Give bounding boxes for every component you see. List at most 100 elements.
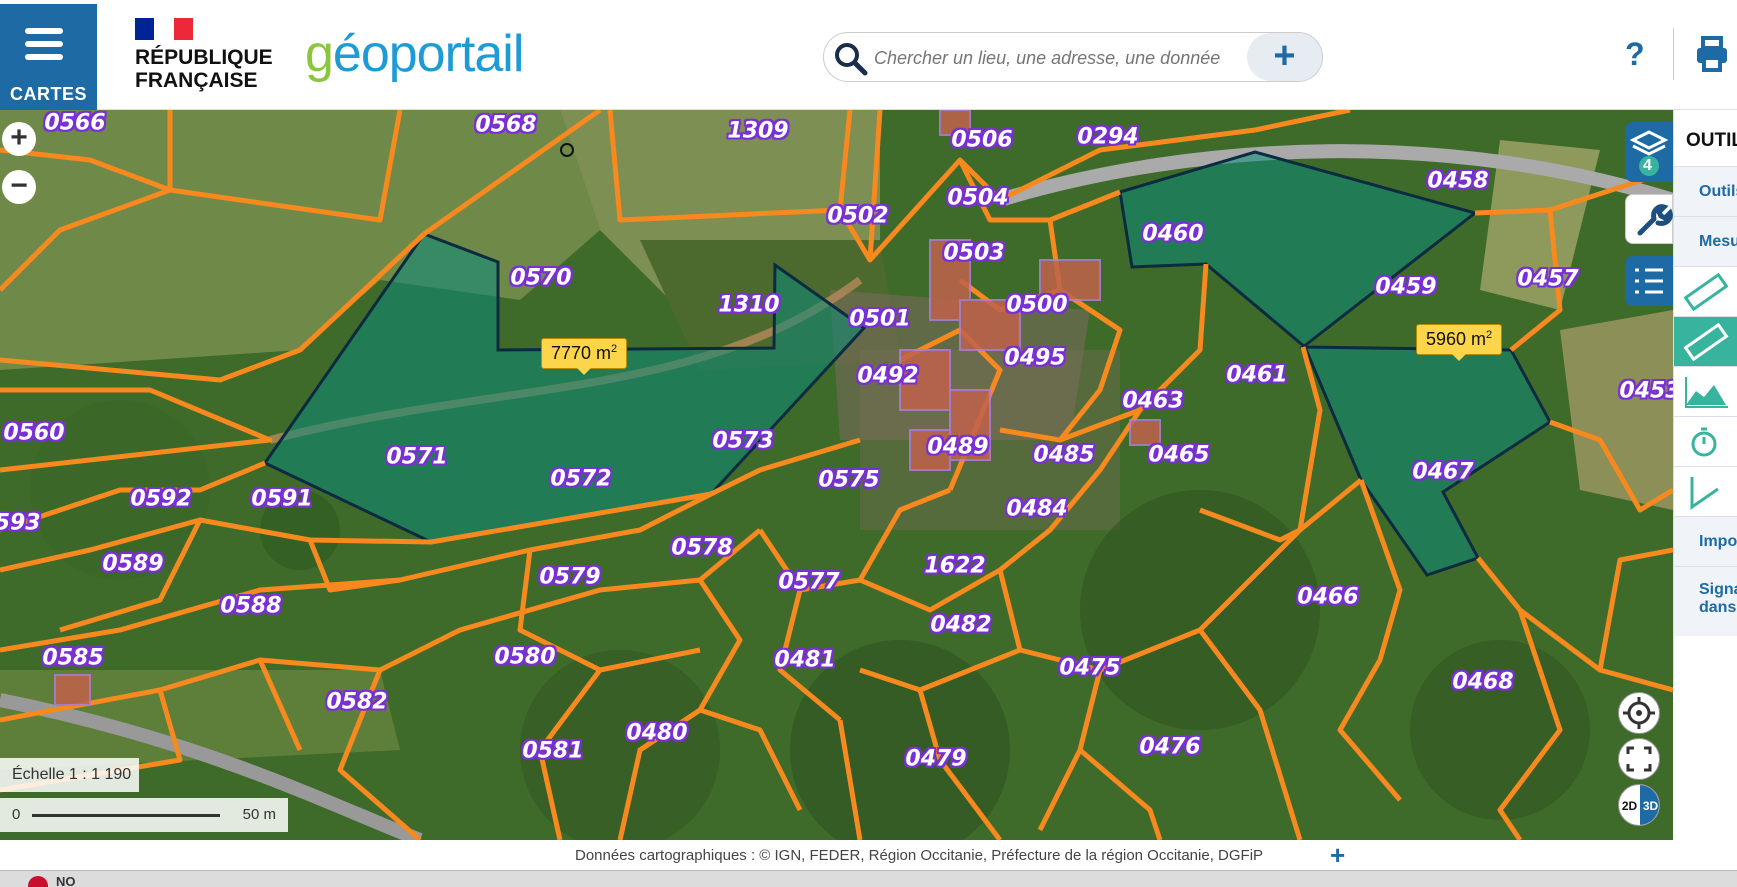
attribution-more-button[interactable]: + xyxy=(1330,840,1345,871)
geolocate-button[interactable] xyxy=(1618,692,1660,734)
parcel-label[interactable]: 0580 xyxy=(494,645,555,670)
parcel-label[interactable]: 0466 xyxy=(1297,585,1358,610)
header: CARTES RÉPUBLIQUE FRANÇAISE géoportail +… xyxy=(0,0,1737,110)
parcel-label[interactable]: 0467 xyxy=(1412,460,1473,485)
parcel-label[interactable]: 0453 xyxy=(1619,379,1673,404)
fullscreen-button[interactable] xyxy=(1618,738,1660,780)
parcel-label[interactable]: 0588 xyxy=(220,594,281,619)
map-view[interactable]: 0566 0568 1309 0506 0294 0458 0504 0502 … xyxy=(0,110,1673,840)
tools-button[interactable] xyxy=(1625,194,1673,244)
parcel-label[interactable]: 0492 xyxy=(857,364,918,389)
print-icon[interactable] xyxy=(1695,36,1729,72)
parcel-label[interactable]: 0465 xyxy=(1148,443,1209,468)
parcel-label[interactable]: 0294 xyxy=(1077,125,1138,150)
parcel-label[interactable]: 0489 xyxy=(927,435,988,460)
attribution-text: Données cartographiques : © IGN, FEDER, … xyxy=(575,847,1264,864)
parcel-label[interactable]: 0592 xyxy=(130,487,191,512)
profile-icon xyxy=(1685,377,1728,408)
locate-icon xyxy=(1623,697,1655,729)
measure-distance-tool[interactable] xyxy=(1674,266,1737,316)
parcel-label[interactable]: 0570 xyxy=(510,266,571,291)
parcel-label[interactable]: 0560 xyxy=(3,421,64,446)
parcel-label[interactable]: 0571 xyxy=(386,445,447,470)
parcel-label[interactable]: 0475 xyxy=(1059,656,1120,681)
parcel-label[interactable]: 1310 xyxy=(718,293,779,318)
parcel-label[interactable]: 0461 xyxy=(1226,363,1287,388)
azimuth-tool[interactable] xyxy=(1674,466,1737,516)
parcel-label[interactable]: 0502 xyxy=(827,204,888,229)
parcel-label[interactable]: 0593 xyxy=(0,511,41,536)
parcel-label[interactable]: 0457 xyxy=(1517,267,1578,292)
parcel-label[interactable]: 0480 xyxy=(626,721,687,746)
tools-section-signal[interactable]: Signaler dans xyxy=(1674,566,1737,636)
search-bar: + xyxy=(823,32,1323,82)
parcel-label[interactable]: 0476 xyxy=(1139,735,1200,760)
parcel-label[interactable]: 0500 xyxy=(1006,293,1067,318)
parcel-label[interactable]: 0506 xyxy=(951,128,1012,153)
parcel-label[interactable]: 0463 xyxy=(1122,389,1183,414)
parcel-label[interactable]: 0585 xyxy=(42,646,103,671)
parcel-label[interactable]: 0459 xyxy=(1375,275,1436,300)
scale-line xyxy=(32,814,220,817)
parcel-label[interactable]: 0581 xyxy=(522,739,583,764)
parcel-label[interactable]: 0568 xyxy=(475,113,536,138)
azimuth-icon xyxy=(1690,477,1719,510)
cartes-menu-button[interactable]: CARTES xyxy=(0,4,97,110)
geoportail-app: CARTES RÉPUBLIQUE FRANÇAISE géoportail +… xyxy=(0,0,1737,887)
parcel-label[interactable]: 0503 xyxy=(943,241,1004,266)
header-divider xyxy=(1673,28,1674,80)
parcel-label[interactable]: 0468 xyxy=(1452,670,1513,695)
tools-section-outils[interactable]: Outils xyxy=(1674,166,1737,216)
search-add-button[interactable]: + xyxy=(1247,33,1322,81)
parcel-label[interactable]: 0504 xyxy=(947,186,1008,211)
parcel-label[interactable]: 1622 xyxy=(924,554,985,579)
view-3d-label[interactable]: 3D xyxy=(1640,785,1659,825)
scale-label: Échelle 1 : 1 190 xyxy=(0,758,139,792)
parcel-label[interactable]: 0589 xyxy=(102,552,163,577)
parcel-label[interactable]: 0484 xyxy=(1006,497,1067,522)
legend-button[interactable] xyxy=(1625,256,1673,306)
parcel-label[interactable]: 0575 xyxy=(818,468,879,493)
scale-max: 50 m xyxy=(242,806,276,823)
view-2d-3d-toggle[interactable]: 2D 3D xyxy=(1618,784,1660,826)
tools-section-mesures[interactable]: Mesures xyxy=(1674,216,1737,266)
search-input[interactable] xyxy=(874,43,1234,73)
parcel-label[interactable]: 0591 xyxy=(251,487,312,512)
republique-line1: RÉPUBLIQUE xyxy=(135,46,273,69)
layers-count-badge: 4 xyxy=(1643,157,1652,174)
parcel-label[interactable]: 0481 xyxy=(774,648,835,673)
parcel-label[interactable]: 1309 xyxy=(727,119,788,144)
isochrone-tool[interactable] xyxy=(1674,416,1737,466)
zoom-in-button[interactable]: + xyxy=(2,122,36,156)
zoom-out-button[interactable]: − xyxy=(2,170,36,204)
parcel-label[interactable]: 0578 xyxy=(671,536,732,561)
parcel-label[interactable]: 0495 xyxy=(1004,346,1065,371)
parcel-label[interactable]: 0460 xyxy=(1142,222,1203,247)
search-icon[interactable] xyxy=(834,42,868,76)
notification-badge[interactable] xyxy=(28,876,48,887)
parcel-label[interactable]: 0479 xyxy=(905,747,966,772)
tools-section-import[interactable]: Import xyxy=(1674,516,1737,566)
parcel-label[interactable]: 0458 xyxy=(1427,169,1488,194)
parcel-label[interactable]: 0501 xyxy=(849,307,910,332)
help-button[interactable]: ? xyxy=(1625,36,1645,73)
parcel-label[interactable]: 0566 xyxy=(44,111,105,136)
scale-zero: 0 xyxy=(12,806,21,823)
wrench-icon xyxy=(1637,204,1673,236)
tools-title: OUTILS xyxy=(1686,130,1737,151)
parcel-label[interactable]: 0485 xyxy=(1033,443,1094,468)
parcel-label[interactable]: 0582 xyxy=(326,690,387,715)
parcel-label[interactable]: 0573 xyxy=(712,429,773,454)
geoportail-logo[interactable]: géoportail xyxy=(305,24,524,84)
parcel-label[interactable]: 0577 xyxy=(778,570,839,595)
parcel-label[interactable]: 0572 xyxy=(550,467,611,492)
parcel-label[interactable]: 0482 xyxy=(930,613,991,638)
ruler-icon xyxy=(1683,272,1729,312)
parcel-label[interactable]: 0579 xyxy=(539,565,600,590)
view-2d-label[interactable]: 2D xyxy=(1619,785,1640,825)
layers-button[interactable]: 4 xyxy=(1625,122,1673,182)
scale-widget: Échelle 1 : 1 190 0 50 m xyxy=(0,758,288,840)
measure-area-tool[interactable] xyxy=(1674,316,1737,366)
elevation-profile-tool[interactable] xyxy=(1674,366,1737,416)
attribution-footer: Données cartographiques : © IGN, FEDER, … xyxy=(0,840,1737,870)
